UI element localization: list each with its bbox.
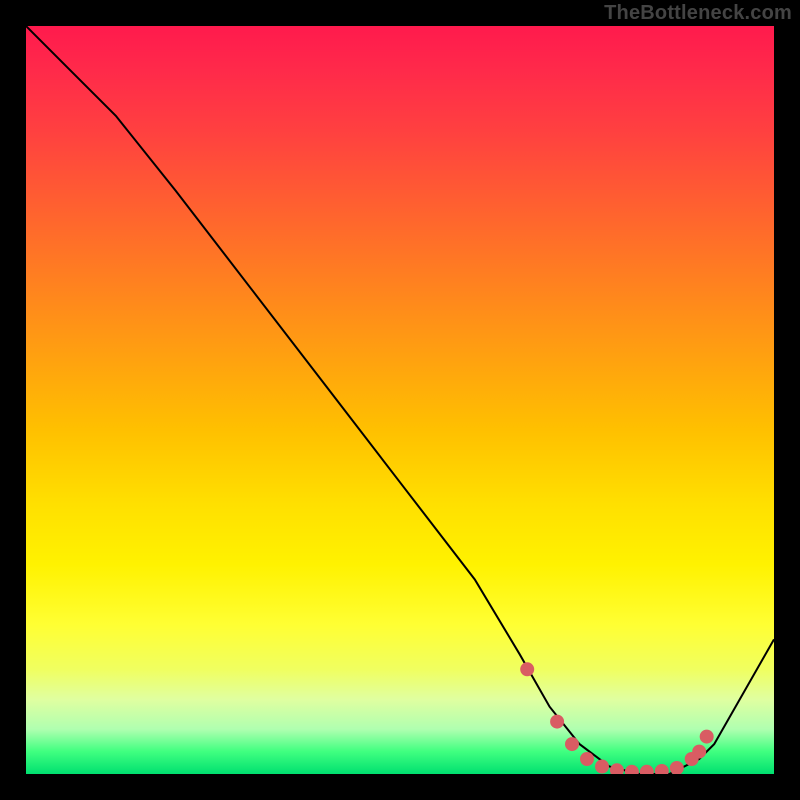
attribution-text: TheBottleneck.com (604, 2, 792, 25)
curve-marker (551, 715, 564, 728)
chart-svg (26, 26, 774, 774)
marker-group (521, 663, 714, 774)
curve-marker (693, 745, 706, 758)
curve-marker (655, 765, 668, 775)
curve-marker (625, 765, 638, 774)
curve-marker (700, 730, 713, 743)
curve-marker (566, 738, 579, 751)
curve-marker (596, 760, 609, 773)
curve-marker (521, 663, 534, 676)
curve-marker (610, 764, 623, 774)
plot-area (26, 26, 774, 774)
bottleneck-curve (26, 26, 774, 774)
curve-marker (581, 753, 594, 766)
chart-stage: TheBottleneck.com (0, 0, 800, 800)
curve-marker (640, 765, 653, 774)
curve-marker (670, 762, 683, 775)
